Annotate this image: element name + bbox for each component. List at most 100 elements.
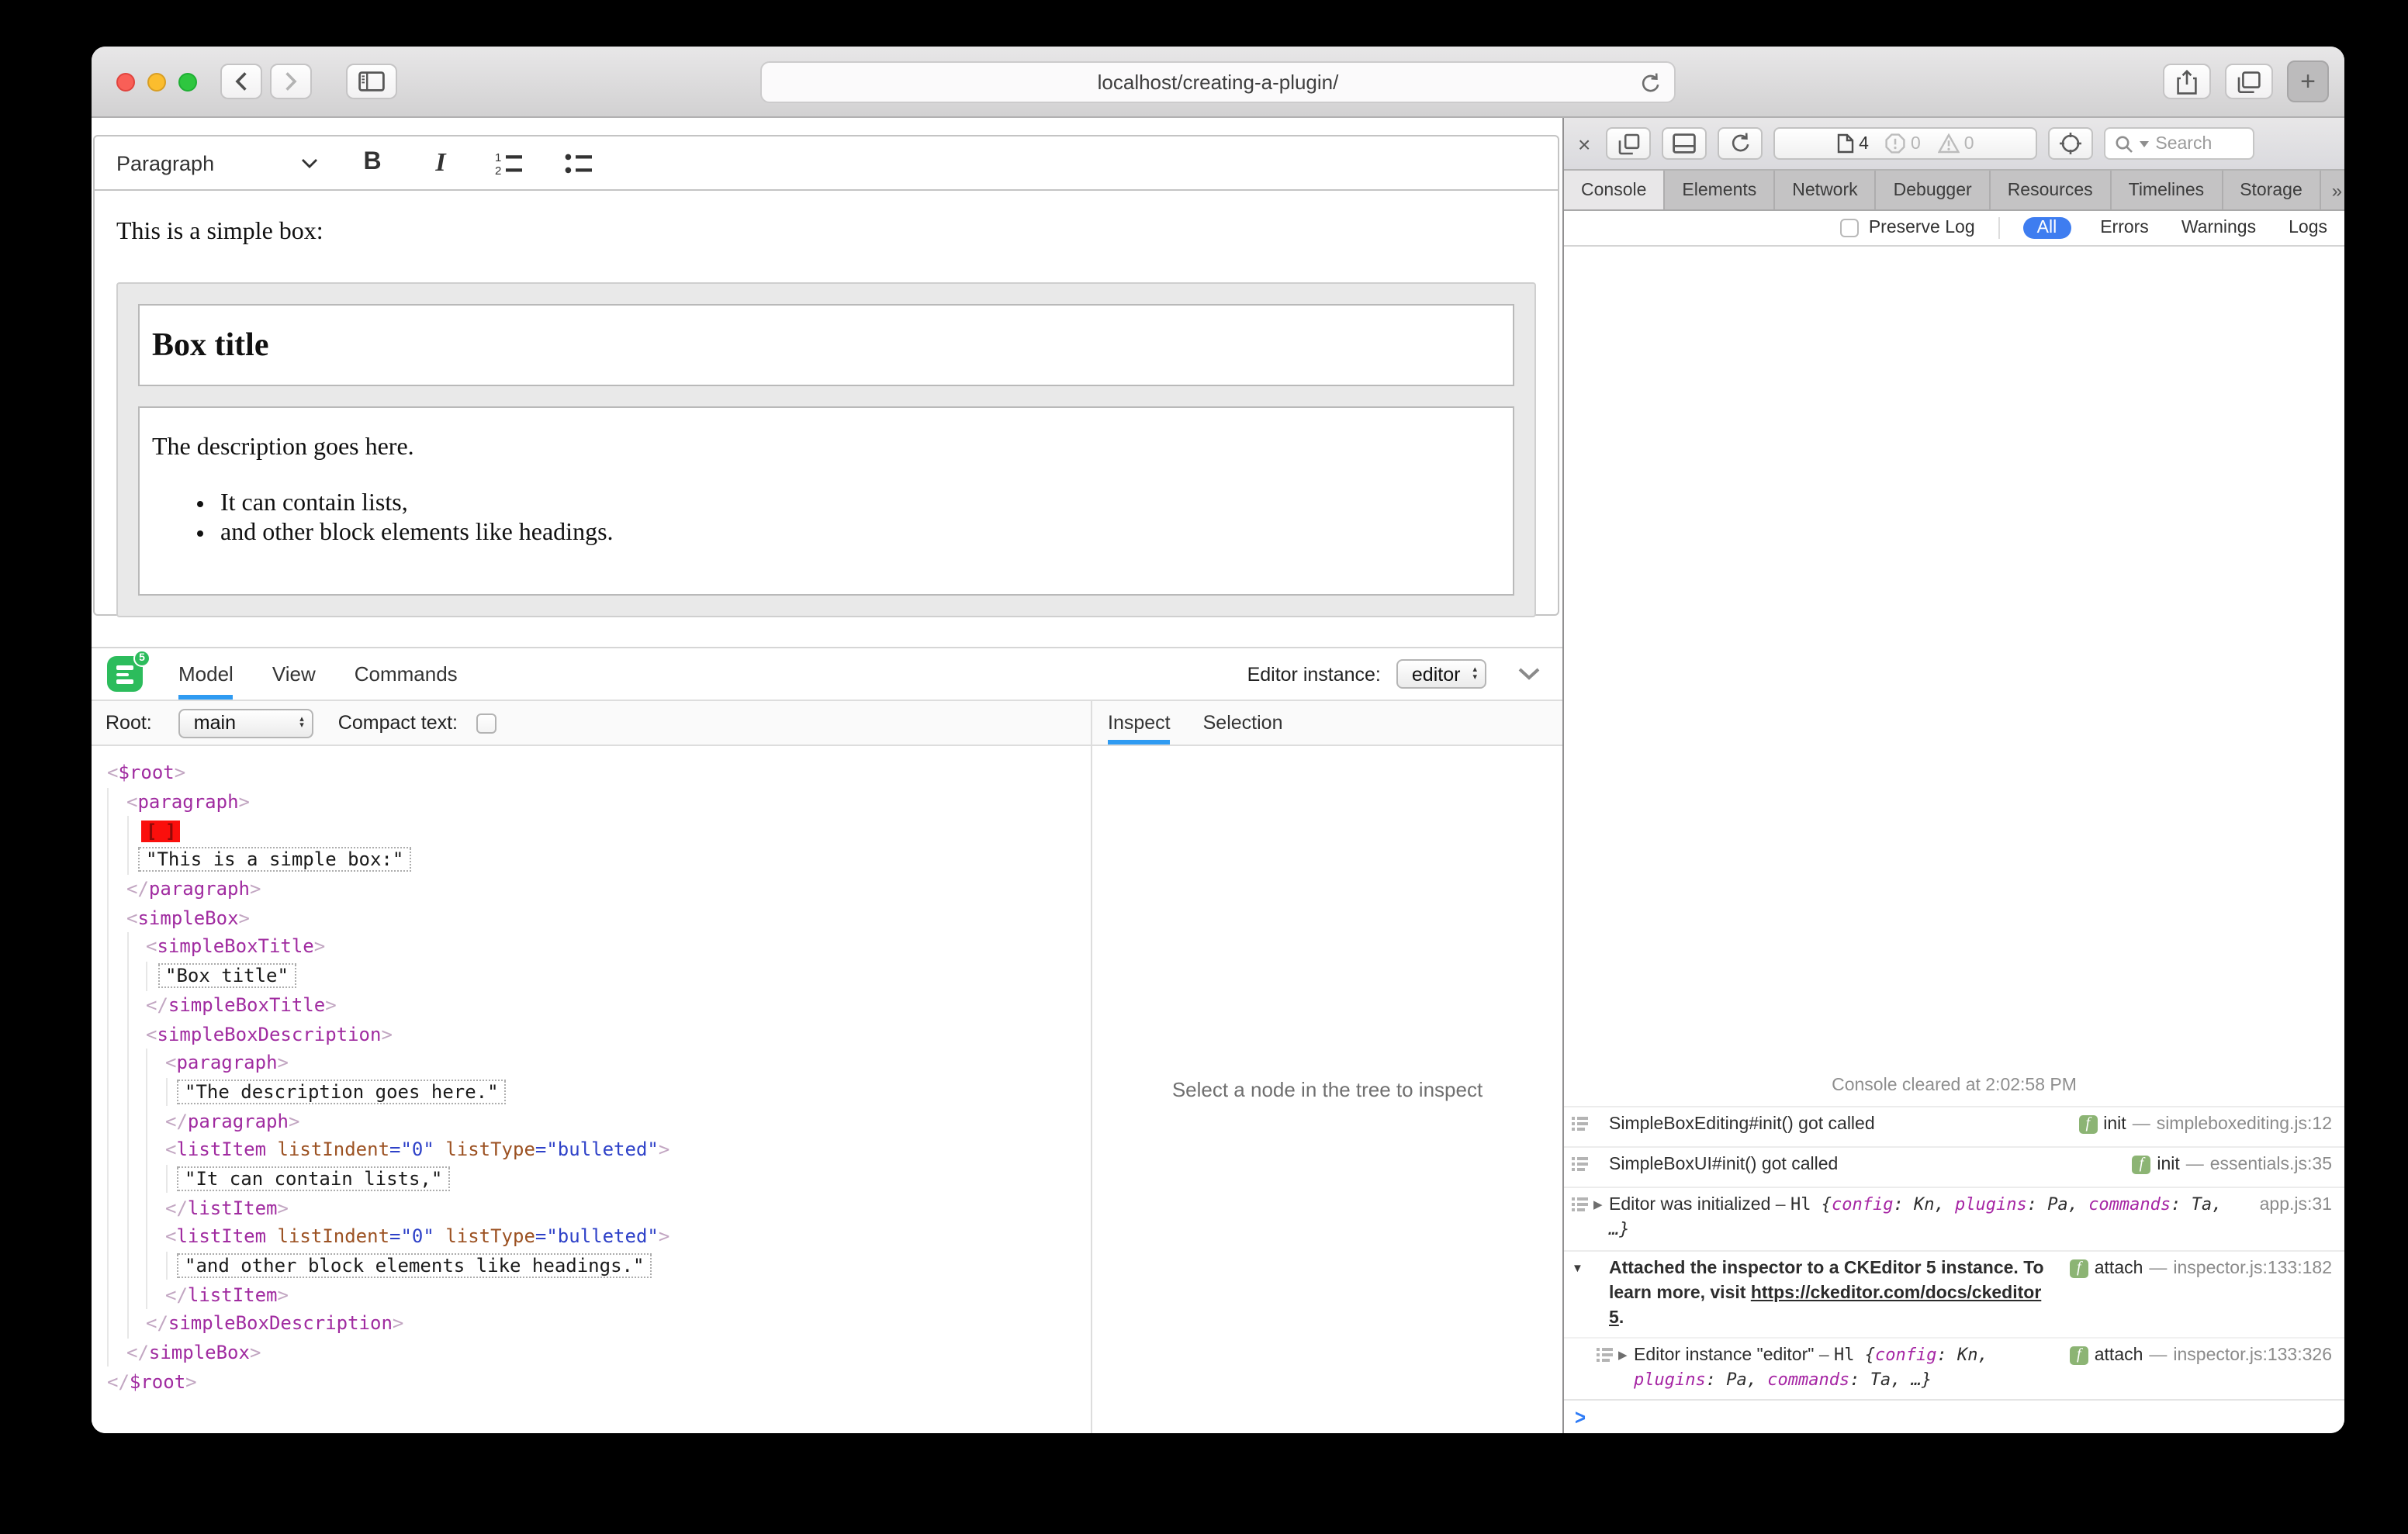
numbered-list-button[interactable]: 12 (495, 151, 524, 174)
model-tree-node[interactable]: [ ] (107, 816, 1091, 846)
console-prompt[interactable]: > (1564, 1399, 2344, 1433)
model-tree-node[interactable]: "It can contain lists," (107, 1164, 1091, 1194)
reload-icon[interactable] (1640, 71, 1662, 95)
log-type-icon (1572, 1197, 1589, 1243)
inspect-pane-tab-selection[interactable]: Selection (1203, 701, 1283, 745)
preserve-log-checkbox[interactable] (1840, 219, 1860, 237)
ckeditor-logo-icon: 5 (107, 650, 150, 692)
inspector-search-field[interactable]: Search (2104, 127, 2255, 160)
italic-button[interactable]: I (427, 147, 455, 178)
model-tree-node[interactable]: </simpleBox > (107, 1338, 1091, 1367)
model-tree-node[interactable]: "Box title" (107, 961, 1091, 990)
model-tree-node[interactable]: < $root > (107, 758, 1091, 787)
console-message[interactable]: ▼ f attach — inspector.js:133:182 Attached th… (1564, 1249, 2344, 1337)
simplebox-description[interactable]: The description goes here. It can contai… (138, 406, 1514, 596)
address-bar[interactable]: localhost/creating-a-plugin/ (760, 60, 1676, 102)
console-scope-errors[interactable]: Errors (2097, 217, 2152, 239)
model-tree-node[interactable]: </listItem > (107, 1280, 1091, 1310)
devtools-tab-debugger[interactable]: Debugger (1877, 171, 1991, 209)
disclosure-triangle-icon[interactable]: ▼ (1572, 1259, 1583, 1331)
share-button[interactable] (2163, 64, 2211, 99)
bold-button[interactable]: B (358, 149, 386, 177)
source-location-link[interactable]: inspector.js:133:326 (2173, 1343, 2332, 1368)
devtools-tab-timelines[interactable]: Timelines (2112, 171, 2223, 209)
reload-icon (1729, 132, 1751, 155)
console-message[interactable]: ▶ app.js:31 Editor was initialized – Hl {c… (1564, 1187, 2344, 1249)
collapse-inspector-button[interactable] (1517, 667, 1541, 681)
inspector-tab-commands[interactable]: Commands (355, 648, 458, 700)
console-message[interactable]: ▶ f attach — inspector.js:133:326 Editor inst… (1564, 1336, 2344, 1399)
source-location-link[interactable]: app.js:31 (2260, 1194, 2332, 1218)
model-tree-node[interactable]: "This is a simple box:" (107, 845, 1091, 875)
sidebar-button[interactable] (346, 64, 397, 99)
model-tree-node[interactable]: < paragraph > (107, 1048, 1091, 1078)
console-scope-warnings[interactable]: Warnings (2178, 217, 2259, 239)
description-paragraph: The description goes here. (152, 434, 414, 461)
element-picker-button[interactable] (2048, 127, 2094, 160)
editor-content[interactable]: This is a simple box: Box title The desc… (95, 191, 1558, 617)
model-tree-node[interactable]: </paragraph > (107, 1106, 1091, 1135)
inspector-subheader: Root: main ▴ ▾ Compact text: Inspect Selec… (92, 701, 1562, 746)
heading-dropdown[interactable]: Paragraph (116, 151, 318, 174)
model-tree-node[interactable]: </simpleBoxDescription > (107, 1309, 1091, 1339)
preserve-log-toggle[interactable]: Preserve Log (1840, 219, 1975, 237)
function-badge-icon: f (2069, 1259, 2088, 1278)
inspect-pane-tab-inspect[interactable]: Inspect (1108, 701, 1171, 745)
disclosure-triangle-icon[interactable]: ▶ (1593, 1197, 1603, 1243)
close-inspector-button[interactable]: × (1573, 131, 1595, 156)
bulleted-list-icon (565, 151, 594, 174)
new-tab-button[interactable]: + (2287, 60, 2329, 102)
detach-inspector-button[interactable] (1606, 127, 1652, 160)
model-tree-node[interactable]: < simpleBoxDescription > (107, 1019, 1091, 1049)
console-scope-logs[interactable]: Logs (2285, 217, 2330, 239)
reload-page-button[interactable] (1718, 127, 1763, 160)
simplebox-widget[interactable]: Box title The description goes here. It … (116, 282, 1536, 617)
root-select[interactable]: main ▴ ▾ (178, 708, 313, 738)
model-tree-node[interactable]: < simpleBoxTitle > (107, 932, 1091, 962)
devtools-tab-resources[interactable]: Resources (1991, 171, 2112, 209)
show-tabs-button[interactable] (2225, 64, 2273, 99)
model-tree: < $root > < paragraph >[ ] "This is a simple b… (92, 746, 1091, 1433)
bulleted-list-button[interactable] (565, 151, 594, 174)
model-tree-node[interactable]: </$root > (107, 1367, 1091, 1396)
devtools-tab-storage[interactable]: Storage (2223, 171, 2321, 209)
simplebox-title[interactable]: Box title (138, 304, 1514, 386)
resource-status-group[interactable]: 4 0 0 (1773, 127, 2038, 160)
source-location-link[interactable]: simpleboxediting.js:12 (2157, 1112, 2332, 1137)
disclosure-triangle-icon[interactable]: ▶ (1618, 1346, 1628, 1393)
minimize-window-button[interactable] (147, 72, 166, 91)
model-tree-node[interactable]: "and other block elements like headings.… (107, 1251, 1091, 1280)
close-window-button[interactable] (116, 72, 135, 91)
console-message-text: f attach — inspector.js:133:182 Attached the… (1609, 1256, 2332, 1331)
model-tree-node[interactable]: < listItem listIndent ="0" listType ="bulle… (107, 1135, 1091, 1165)
compact-text-checkbox[interactable] (476, 713, 497, 733)
editor-instance-select[interactable]: editor ▴ ▾ (1396, 659, 1486, 689)
model-tree-node[interactable]: </simpleBoxTitle > (107, 990, 1091, 1020)
devtools-tab-network[interactable]: Network (1775, 171, 1877, 209)
console-scope-all[interactable]: All (2022, 217, 2071, 239)
forward-button[interactable] (270, 64, 312, 99)
model-tree-node[interactable]: </paragraph > (107, 874, 1091, 903)
svg-text:1: 1 (495, 151, 501, 164)
model-tree-node[interactable]: < simpleBox > (107, 903, 1091, 933)
model-tree-node[interactable]: </listItem > (107, 1193, 1091, 1222)
devtools-tab-console[interactable]: Console (1564, 171, 1666, 209)
dock-bottom-button[interactable] (1662, 127, 1707, 160)
model-tree-node[interactable]: "The description goes here." (107, 1077, 1091, 1107)
editor-instance-label: Editor instance: (1247, 663, 1381, 685)
model-tree-node[interactable]: < paragraph > (107, 787, 1091, 817)
intro-paragraph: This is a simple box: (116, 219, 323, 245)
zoom-window-button[interactable] (178, 72, 197, 91)
source-location-link[interactable]: essentials.js:35 (2210, 1153, 2332, 1178)
inspector-tabs: Model View Commands (178, 648, 458, 700)
web-inspector-toolbar: × 4 0 0 Search (1564, 118, 2344, 171)
back-button[interactable] (220, 64, 262, 99)
source-location-link[interactable]: inspector.js:133:182 (2173, 1256, 2332, 1280)
model-tree-node[interactable]: < listItem listIndent ="0" listType ="bulle… (107, 1222, 1091, 1252)
error-count: 0 (1886, 133, 1921, 154)
inspector-tab-model[interactable]: Model (178, 648, 234, 700)
more-tabs-button[interactable]: » (2321, 171, 2344, 209)
inspector-tab-view[interactable]: View (272, 648, 316, 700)
devtools-tab-elements[interactable]: Elements (1665, 171, 1776, 209)
search-scope-caret-icon (2140, 140, 2150, 147)
